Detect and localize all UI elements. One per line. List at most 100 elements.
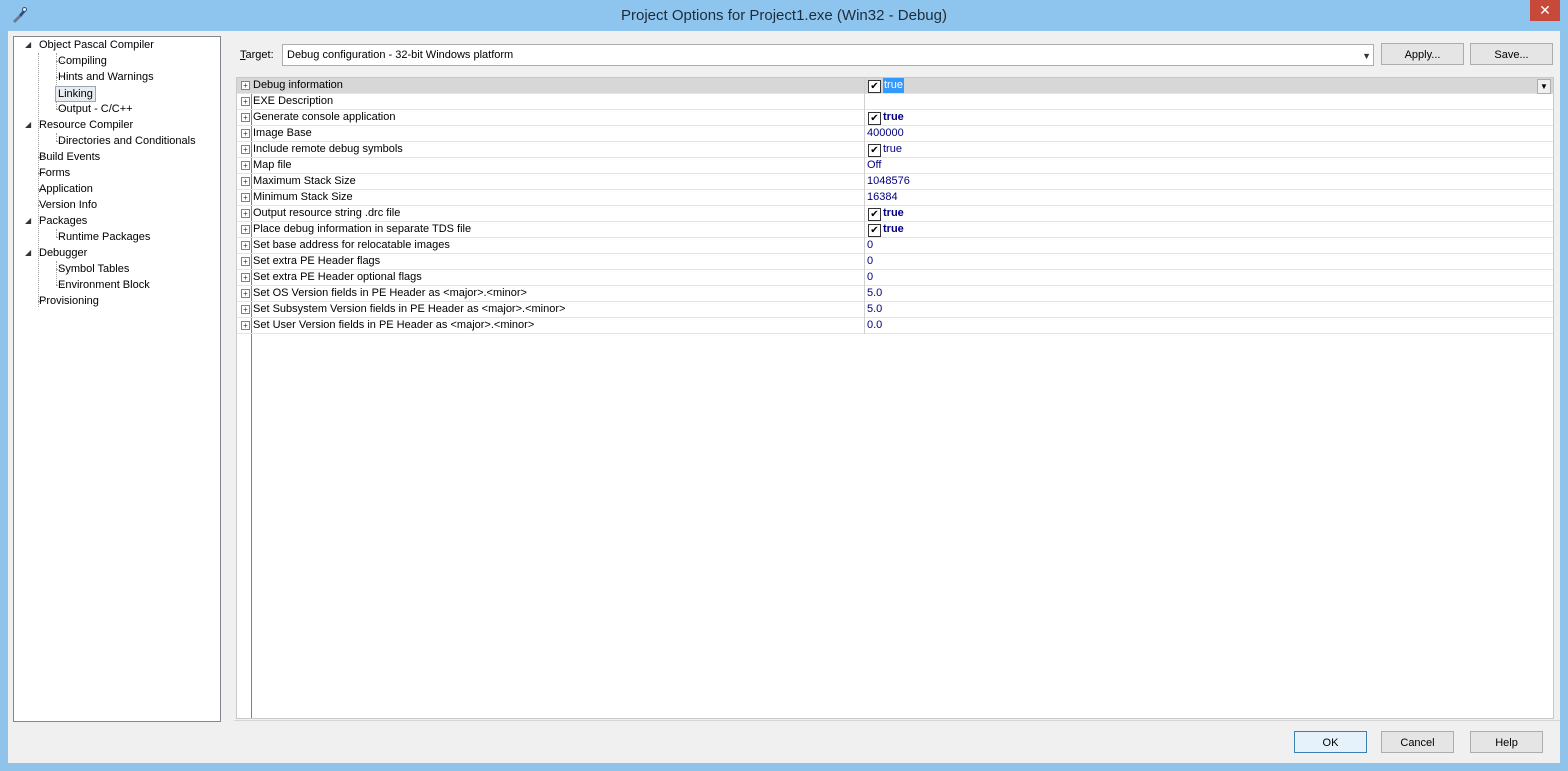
save-button[interactable]: Save... [1470,43,1553,65]
property-value[interactable]: true [883,206,904,221]
tree-item-forms[interactable]: Forms [37,165,72,181]
property-value[interactable]: 400000 [867,126,904,141]
property-name: Set extra PE Header flags [253,255,381,267]
property-row[interactable]: + Include remote debug symbols ✔ true [237,142,1553,158]
collapse-arrow-icon[interactable]: ◢ [25,213,31,229]
property-name: Map file [253,159,292,171]
collapse-arrow-icon[interactable]: ◢ [25,37,31,53]
options-tree[interactable]: ◢ ◢ ◢ ◢ Object Pascal Compiler Compiling… [13,36,221,722]
property-value[interactable]: 0.0 [867,318,882,333]
tree-item-debugger[interactable]: Debugger [37,245,89,261]
expand-icon[interactable]: + [241,129,250,138]
property-row[interactable]: + Set Subsystem Version fields in PE Hea… [237,302,1553,318]
property-value[interactable]: 0 [867,254,873,269]
property-value[interactable]: true [883,222,904,237]
property-name: Set extra PE Header optional flags [253,271,422,283]
property-name: Set base address for relocatable images [253,239,450,251]
divider [234,720,1560,721]
checkbox[interactable]: ✔ [868,112,881,125]
property-row[interactable]: + Generate console application ✔ true [237,110,1553,126]
expand-icon[interactable]: + [241,273,250,282]
property-row[interactable]: + Set base address for relocatable image… [237,238,1553,254]
property-name: Image Base [253,127,312,139]
property-row[interactable]: + Set User Version fields in PE Header a… [237,318,1553,334]
chevron-down-icon[interactable]: ▼ [1537,79,1551,94]
checkbox[interactable]: ✔ [868,208,881,221]
tree-item-object-pascal-compiler[interactable]: Object Pascal Compiler [37,37,156,53]
expand-icon[interactable]: + [241,225,250,234]
tree-item-provisioning[interactable]: Provisioning [37,293,101,309]
property-value[interactable]: 16384 [867,190,898,205]
expand-icon[interactable]: + [241,145,250,154]
property-value[interactable]: true [883,78,904,93]
property-value[interactable]: 5.0 [867,302,882,317]
expand-icon[interactable]: + [241,81,250,90]
tree-item-build-events[interactable]: Build Events [37,149,102,165]
property-value[interactable]: 0 [867,238,873,253]
close-button[interactable]: ✕ [1530,0,1560,21]
expand-icon[interactable]: + [241,209,250,218]
tree-item-packages[interactable]: Packages [37,213,89,229]
property-row[interactable]: + Output resource string .drc file ✔ tru… [237,206,1553,222]
apply-button[interactable]: Apply... [1381,43,1464,65]
property-name: Generate console application [253,111,396,123]
ok-button[interactable]: OK [1294,731,1367,753]
expand-icon[interactable]: + [241,97,250,106]
checkbox[interactable]: ✔ [868,224,881,237]
target-select-value: Debug configuration - 32-bit Windows pla… [287,49,514,61]
help-button[interactable]: Help [1470,731,1543,753]
tree-item-output-c-cpp[interactable]: Output - C/C++ [56,101,135,117]
property-value[interactable]: Off [867,158,881,173]
expand-icon[interactable]: + [241,289,250,298]
expand-icon[interactable]: + [241,305,250,314]
property-row[interactable]: + Map file Off [237,158,1553,174]
property-row[interactable]: + Minimum Stack Size 16384 [237,190,1553,206]
collapse-arrow-icon[interactable]: ◢ [25,117,31,133]
property-value[interactable]: true [883,110,904,125]
checkbox[interactable]: ✔ [868,80,881,93]
window-title: Project Options for Project1.exe (Win32 … [621,7,947,24]
tree-item-runtime-packages[interactable]: Runtime Packages [56,229,152,245]
expand-icon[interactable]: + [241,161,250,170]
property-name: Output resource string .drc file [253,207,401,219]
property-name: EXE Description [253,95,334,107]
tree-item-compiling[interactable]: Compiling [56,53,109,69]
expand-icon[interactable]: + [241,321,250,330]
property-row[interactable]: + Maximum Stack Size 1048576 [237,174,1553,190]
collapse-arrow-icon[interactable]: ◢ [25,245,31,261]
target-label: Target: [240,49,274,61]
property-name: Set User Version fields in PE Header as … [253,319,535,331]
property-row[interactable]: + EXE Description [237,94,1553,110]
cancel-button[interactable]: Cancel [1381,731,1454,753]
expand-icon[interactable]: + [241,193,250,202]
property-row[interactable]: + Place debug information in separate TD… [237,222,1553,238]
target-select[interactable]: Debug configuration - 32-bit Windows pla… [282,44,1374,66]
property-grid[interactable]: + Debug information ✔ true ▼ + EXE Descr… [236,77,1554,719]
tree-item-environment-block[interactable]: Environment Block [56,277,152,293]
tree-item-resource-compiler[interactable]: Resource Compiler [37,117,135,133]
property-value[interactable]: 1048576 [867,174,910,189]
tree-item-application[interactable]: Application [37,181,95,197]
tree-item-linking[interactable]: Linking [55,86,96,102]
property-row[interactable]: + Debug information ✔ true ▼ [237,78,1553,94]
property-value[interactable]: 0 [867,270,873,285]
property-name: Minimum Stack Size [253,191,353,203]
tree-item-directories-and-conditionals[interactable]: Directories and Conditionals [56,133,198,149]
tree-item-version-info[interactable]: Version Info [37,197,99,213]
checkbox[interactable]: ✔ [868,144,881,157]
property-value[interactable]: true [883,142,902,157]
property-name: Set OS Version fields in PE Header as <m… [253,287,527,299]
expand-icon[interactable]: + [241,257,250,266]
tree-item-symbol-tables[interactable]: Symbol Tables [56,261,131,277]
property-row[interactable]: + Set extra PE Header flags 0 [237,254,1553,270]
expand-icon[interactable]: + [241,241,250,250]
expand-icon[interactable]: + [241,177,250,186]
property-row[interactable]: + Set extra PE Header optional flags 0 [237,270,1553,286]
property-name: Maximum Stack Size [253,175,356,187]
property-name: Include remote debug symbols [253,143,403,155]
property-row[interactable]: + Set OS Version fields in PE Header as … [237,286,1553,302]
tree-item-hints-and-warnings[interactable]: Hints and Warnings [56,69,156,85]
expand-icon[interactable]: + [241,113,250,122]
property-row[interactable]: + Image Base 400000 [237,126,1553,142]
property-value[interactable]: 5.0 [867,286,882,301]
